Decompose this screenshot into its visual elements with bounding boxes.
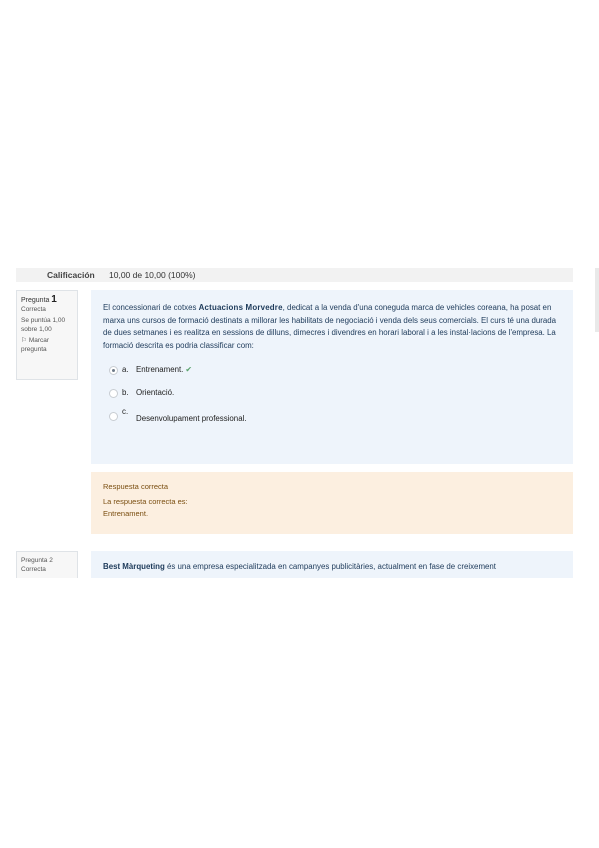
question-2-formulation: Best Màrqueting és una empresa especiali… <box>91 551 573 578</box>
grade-summary-row: Calificación 10,00 de 10,00 (100%) <box>16 268 573 282</box>
question-1-title: Pregunta <box>21 297 50 304</box>
question-1-info: Pregunta 1 Correcta Se puntúa 1,00 sobre… <box>16 290 78 380</box>
feedback-label: La respuesta correcta es: <box>103 497 188 506</box>
feedback-title: Respuesta correcta <box>103 482 169 491</box>
question-1-text-before: El concessionari de cotxes <box>103 303 199 312</box>
question-1-company: Actuacions Morvedre <box>198 303 283 312</box>
answer-letter: c. <box>122 407 129 417</box>
answer-letter: b. <box>122 388 129 398</box>
answer-option-a[interactable]: a. Entrenament. ✔ <box>103 364 561 376</box>
question-1-state: Correcta <box>21 305 46 313</box>
flag-question-1[interactable]: ⚐ Marcar pregunta <box>21 337 73 354</box>
answer-option-b[interactable]: b. Orientació. <box>103 387 561 399</box>
check-icon: ✔ <box>185 365 192 375</box>
radio-icon[interactable] <box>109 412 118 422</box>
feedback-answer: Entrenament. <box>103 509 149 518</box>
question-2-state: Correcta <box>21 565 46 573</box>
question-1-number: 1 <box>51 294 57 305</box>
answer-text: Entrenament. ✔ <box>136 364 192 377</box>
answer-text: Desenvolupament professional. <box>136 414 247 424</box>
question-2-info: Pregunta 2 Correcta <box>16 551 78 578</box>
grade-value: 10,00 de 10,00 (100%) <box>109 270 196 280</box>
question-2-title: Pregunta <box>21 557 48 564</box>
question-1-feedback: Respuesta correcta La respuesta correcta… <box>91 472 573 534</box>
radio-icon[interactable] <box>109 389 118 399</box>
quiz-review-frame: Calificación 10,00 de 10,00 (100%) Pregu… <box>0 262 599 578</box>
question-2-number: 2 <box>49 557 53 564</box>
question-1-formulation: El concessionari de cotxes Actuacions Mo… <box>91 290 573 464</box>
radio-selected-icon[interactable] <box>109 366 118 376</box>
answer-text: Orientació. <box>136 388 175 398</box>
question-2-text-after: és una empresa especialitzada en campany… <box>164 562 496 571</box>
question-1-score: Se puntúa 1,00 sobre 1,00 <box>21 317 66 333</box>
flag-icon: ⚐ <box>21 337 27 344</box>
page-scrollbar-edge[interactable] <box>595 268 599 332</box>
answer-option-c[interactable]: c. Desenvolupament professional. <box>103 407 561 423</box>
question-1-text: El concessionari de cotxes Actuacions Mo… <box>103 302 561 352</box>
answer-options: a. Entrenament. ✔ b. Orientació. c. Desen… <box>103 364 561 423</box>
grade-label: Calificación <box>47 270 95 280</box>
question-2-company: Best Màrqueting <box>103 562 165 571</box>
answer-letter: a. <box>122 365 129 375</box>
answer-text-value: Entrenament. <box>136 365 184 375</box>
